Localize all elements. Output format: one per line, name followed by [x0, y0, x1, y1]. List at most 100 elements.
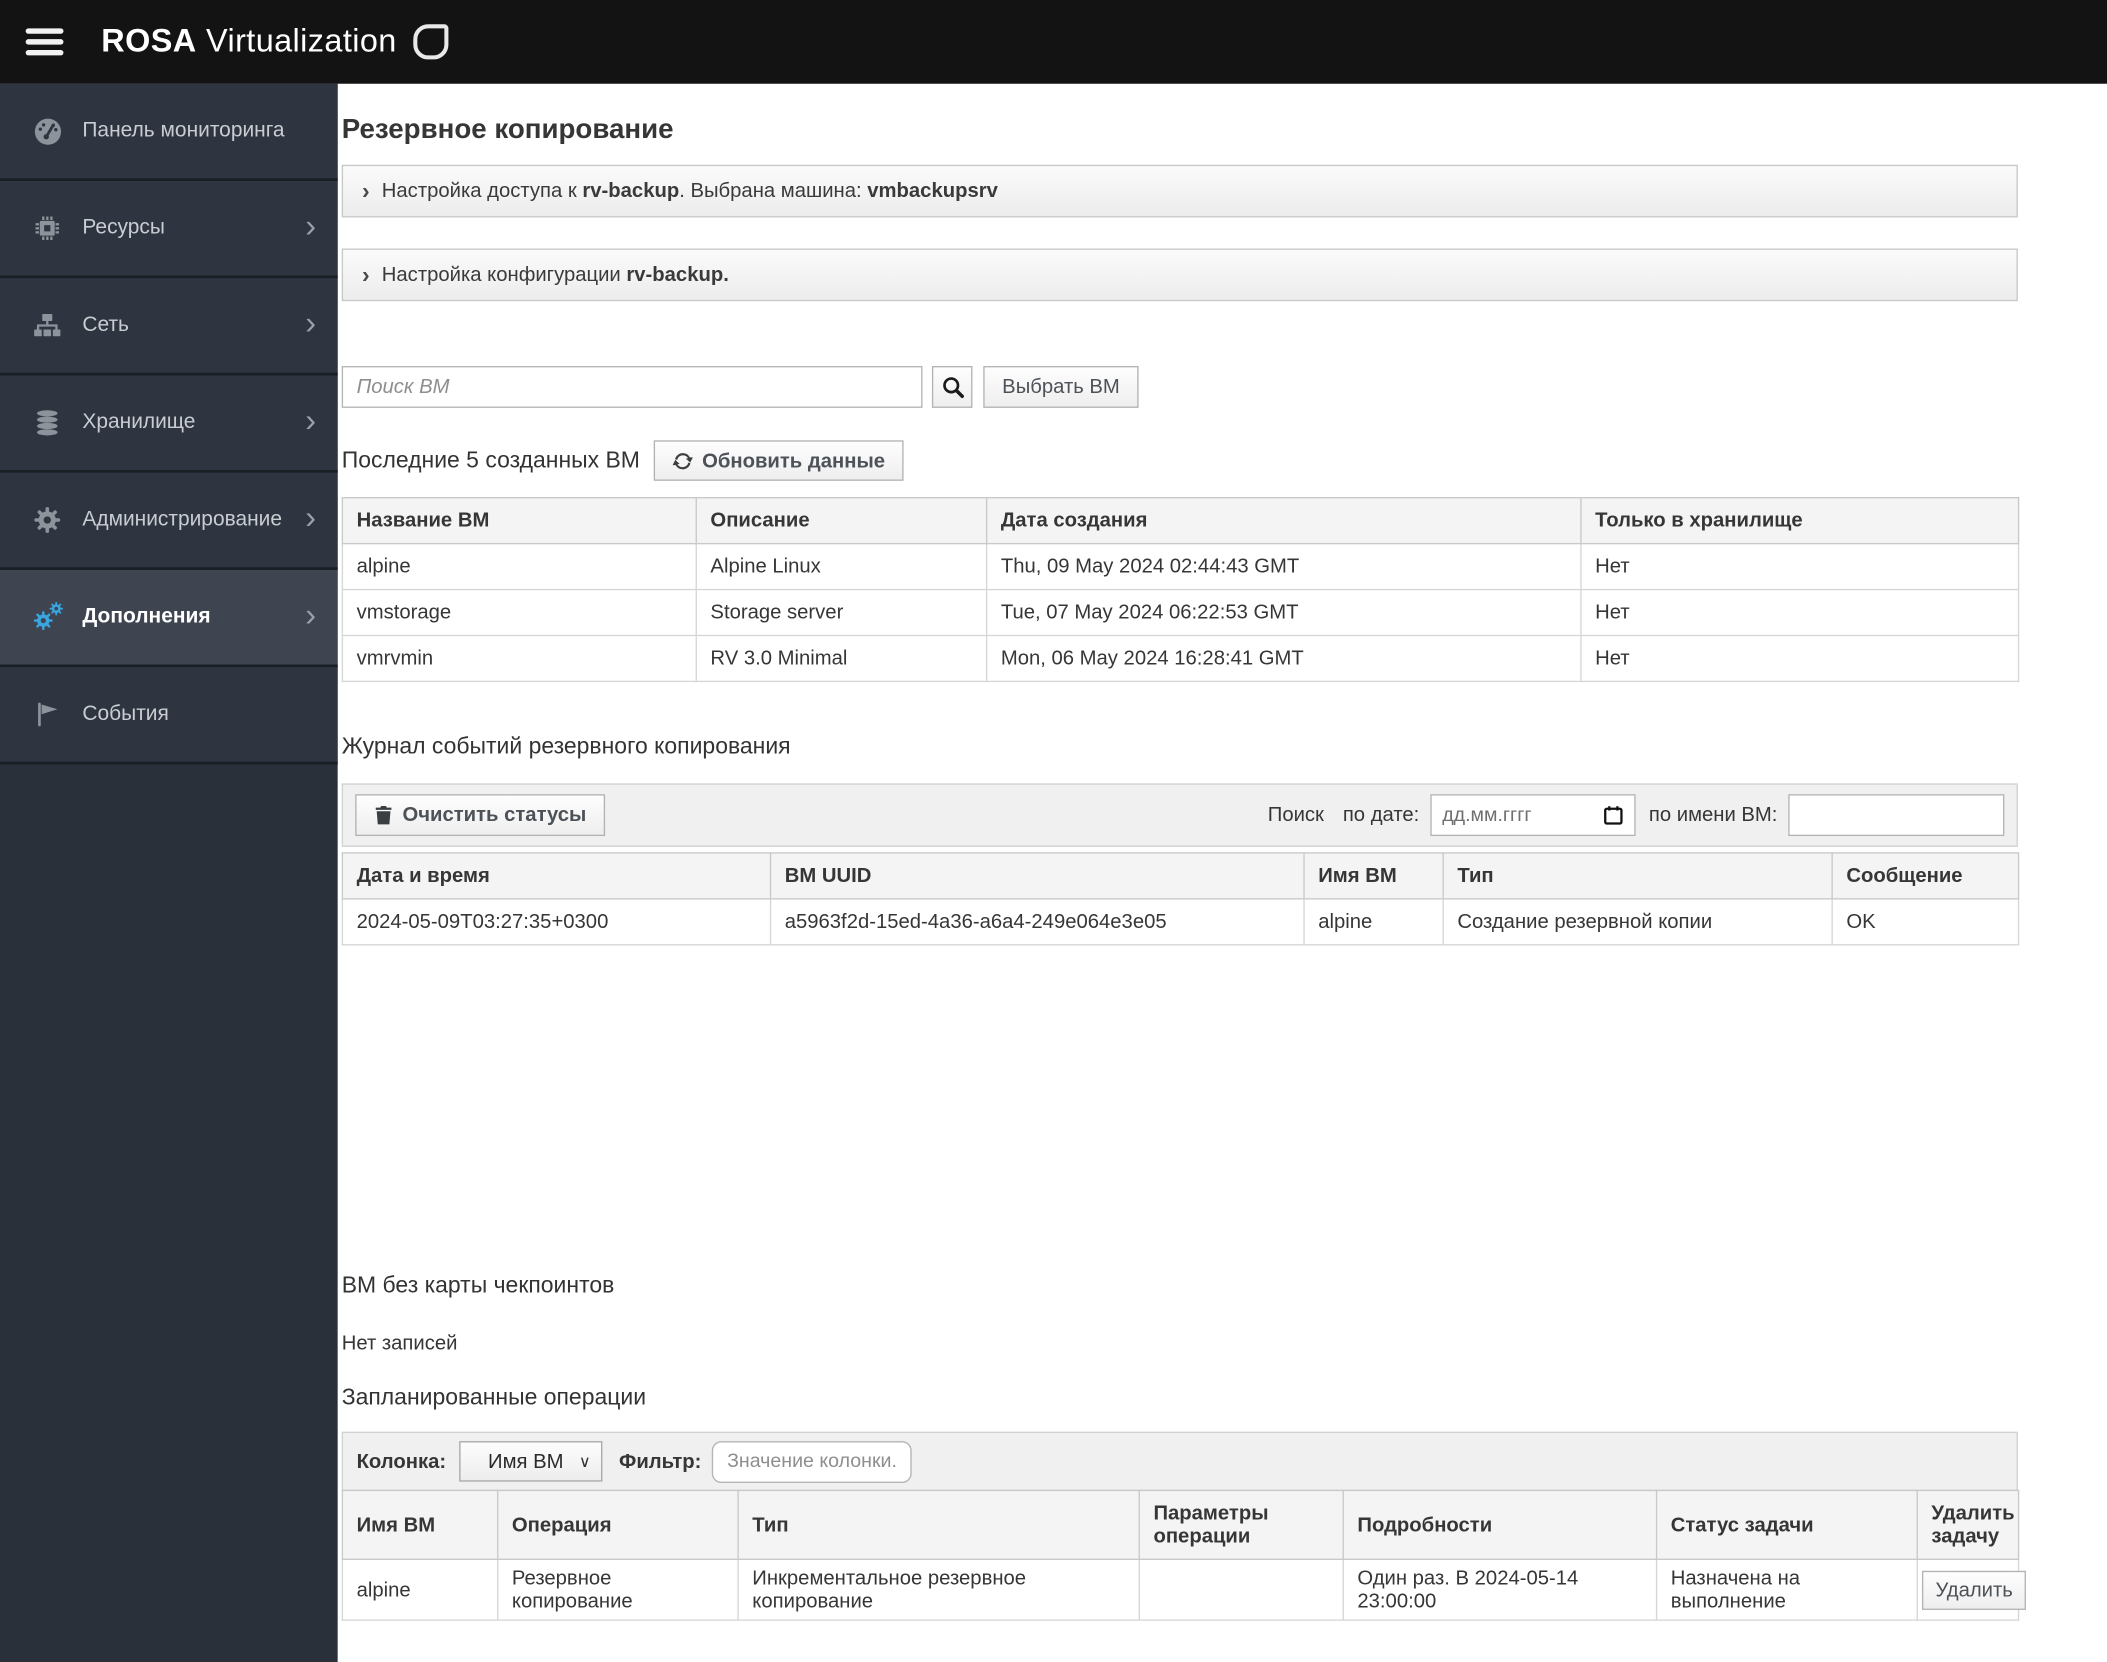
sidebar-item-storage[interactable]: Хранилище ›	[0, 375, 338, 473]
vm-name-filter-input[interactable]	[1788, 794, 2005, 837]
journal-table: Дата и время ВМ UUID Имя ВМ Тип Сообщени…	[341, 852, 2020, 946]
cell-vm-name: alpine	[341, 542, 697, 591]
sidebar-item-administration[interactable]: Администрирование ›	[0, 472, 338, 570]
search-button[interactable]	[931, 366, 973, 408]
filter-label: Фильтр:	[619, 1449, 702, 1473]
flag-icon	[30, 698, 65, 730]
accordion-config-setup[interactable]: › Настройка конфигурации rv-backup.	[341, 248, 2018, 302]
chevron-right-icon: ›	[305, 499, 317, 537]
cogs-icon	[30, 600, 65, 635]
clear-statuses-button[interactable]: Очистить статусы	[355, 794, 606, 837]
gear-icon	[30, 504, 65, 536]
sidebar-item-label: Сеть	[82, 313, 129, 337]
sidebar-item-network[interactable]: Сеть ›	[0, 278, 338, 376]
checkpoints-empty-note: Нет записей	[341, 1331, 458, 1355]
cell-message: OK	[1831, 898, 2020, 946]
filter-value-input[interactable]	[712, 1440, 913, 1483]
table-row: alpine Alpine Linux Thu, 09 May 2024 02:…	[341, 542, 2020, 591]
cell-uuid: a5963f2d-15ed-4a36-a6a4-249e064e3e05	[769, 898, 1305, 946]
refresh-button[interactable]: Обновить данные	[653, 440, 904, 481]
delete-task-button[interactable]: Удалить	[1921, 1570, 2027, 1610]
column-header: Подробности	[1342, 1489, 1658, 1560]
table-row: vmstorage Storage server Tue, 07 May 202…	[341, 588, 2020, 637]
chevron-right-icon: ›	[305, 208, 317, 245]
sidebar-item-label: Панель мониторинга	[82, 118, 285, 142]
recent-vms-header: Последние 5 созданных ВМ Обновить данные	[342, 440, 2018, 481]
refresh-button-label: Обновить данные	[702, 449, 886, 473]
table-header-row: Название ВМ Описание Дата создания Тольк…	[341, 497, 2020, 545]
cell-description: RV 3.0 Minimal	[695, 634, 988, 683]
cell-created: Thu, 09 May 2024 02:44:43 GMT	[985, 542, 1582, 591]
chevron-right-icon: ›	[305, 305, 317, 342]
journal-date-label: по дате:	[1342, 803, 1420, 827]
chevron-right-icon: ›	[305, 402, 317, 440]
column-header: Дата создания	[985, 497, 1582, 545]
main-content: Резервное копирование › Настройка доступ…	[338, 113, 2107, 1621]
sidebar-item-label: События	[82, 702, 169, 726]
brand-rest: Virtualization	[206, 22, 397, 60]
sidebar-item-label: Администрирование	[82, 507, 283, 531]
cell-params	[1138, 1558, 1344, 1621]
cell-type: Создание резервной копии	[1442, 898, 1833, 946]
checkpoints-title: ВМ без карты чекпоинтов	[341, 1272, 615, 1298]
column-header: Только в хранилище	[1580, 497, 2020, 545]
sidebar-item-resources[interactable]: Ресурсы ›	[0, 180, 338, 279]
column-header: Описание	[695, 497, 988, 545]
column-header: Тип	[1442, 852, 1833, 900]
chevron-right-icon: ›	[361, 262, 370, 288]
column-header: ВМ UUID	[769, 852, 1305, 900]
date-filter-input[interactable]: дд.мм.гггг	[1430, 794, 1636, 837]
sidebar-item-label: Дополнения	[82, 605, 211, 629]
refresh-icon	[672, 452, 693, 469]
cell-datetime: 2024-05-09T03:27:35+0300	[341, 898, 772, 946]
cell-delete: Удалить	[1916, 1558, 2027, 1621]
column-label: Колонка:	[356, 1449, 447, 1473]
cell-description: Alpine Linux	[695, 542, 988, 591]
column-select[interactable]: Имя ВМ ∨	[459, 1441, 603, 1482]
database-icon	[30, 407, 65, 439]
vm-search-row: Выбрать ВМ	[341, 366, 2018, 408]
rosa-logo-icon	[412, 24, 449, 60]
journal-toolbar: Очистить статусы Поиск по дате: дд.мм.гг…	[341, 783, 2018, 847]
cell-vm-name: alpine	[1303, 898, 1444, 946]
microchip-icon	[30, 212, 65, 244]
sidebar: Панель мониторинга Ресурсы › Сеть › Хран…	[0, 83, 338, 1662]
column-header: Сообщение	[1831, 852, 2020, 900]
table-header-row: Имя ВМ Операция Тип Параметры операции П…	[341, 1489, 2020, 1560]
table-row: alpine Резервное копирование Инкрементал…	[341, 1558, 2027, 1621]
scheduled-filterbar: Колонка: Имя ВМ ∨ Фильтр:	[341, 1431, 2018, 1492]
sidebar-item-label: Хранилище	[82, 410, 196, 434]
trash-icon	[375, 806, 392, 825]
select-vm-button[interactable]: Выбрать ВМ	[983, 366, 1139, 408]
cell-created: Tue, 07 May 2024 06:22:53 GMT	[985, 588, 1582, 637]
cell-created: Mon, 06 May 2024 16:28:41 GMT	[985, 634, 1582, 683]
cell-storage-only: Нет	[1580, 542, 2020, 591]
column-header: Название ВМ	[341, 497, 697, 545]
scheduled-title: Запланированные операции	[341, 1384, 647, 1411]
sidebar-item-events[interactable]: События	[0, 667, 338, 765]
clear-statuses-label: Очистить статусы	[402, 803, 587, 827]
network-icon	[30, 309, 65, 341]
accordion-access-setup[interactable]: › Настройка доступа к rv-backup. Выбрана…	[341, 164, 2018, 218]
cell-vm-name: vmstorage	[341, 588, 697, 637]
dashboard-icon	[30, 114, 65, 148]
table-header-row: Дата и время ВМ UUID Имя ВМ Тип Сообщени…	[341, 852, 2020, 900]
date-placeholder: дд.мм.гггг	[1442, 804, 1532, 826]
cell-vm-name: alpine	[341, 1558, 499, 1621]
vm-search-input[interactable]	[341, 366, 923, 408]
column-header: Параметры операции	[1138, 1489, 1344, 1560]
brand-logo: ROSA Virtualization	[101, 23, 396, 61]
journal-name-label: по имени ВМ:	[1648, 803, 1778, 827]
cell-operation: Резервное копирование	[497, 1558, 739, 1621]
recent-vms-table: Название ВМ Описание Дата создания Тольк…	[341, 497, 2020, 683]
column-select-value: Имя ВМ	[488, 1449, 564, 1473]
cell-storage-only: Нет	[1580, 634, 2020, 683]
hamburger-menu-icon[interactable]	[25, 23, 64, 62]
cell-status: Назначена на выполнение	[1655, 1558, 1918, 1621]
sidebar-item-dashboard[interactable]: Панель мониторинга	[0, 83, 338, 181]
search-icon	[942, 377, 964, 399]
column-header: Дата и время	[341, 852, 772, 900]
sidebar-item-label: Ресурсы	[82, 216, 165, 240]
column-header: Операция	[497, 1489, 739, 1560]
sidebar-item-addons[interactable]: Дополнения ›	[0, 569, 338, 668]
